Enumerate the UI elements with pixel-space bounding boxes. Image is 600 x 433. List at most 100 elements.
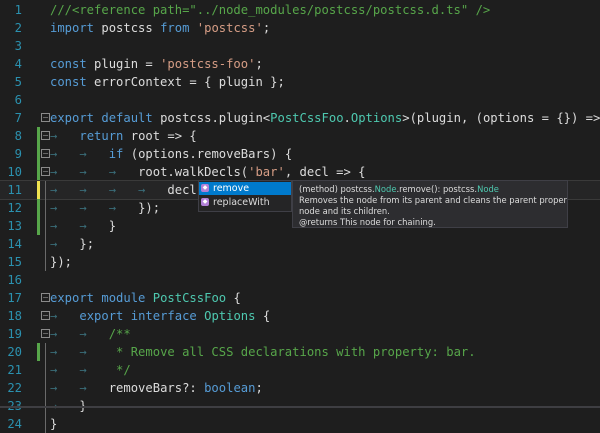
change-marker bbox=[37, 145, 40, 163]
completion-list[interactable]: ◆ remove ◆ replaceWith bbox=[198, 180, 292, 212]
fold-guide bbox=[45, 235, 46, 253]
fold-guide bbox=[45, 415, 46, 433]
line-number: 14 bbox=[7, 237, 22, 251]
code-token: → → bbox=[50, 381, 109, 395]
code-token: { bbox=[226, 291, 241, 305]
code-line[interactable]: 8 − → return root => { bbox=[0, 127, 600, 145]
signature-return: Node bbox=[477, 184, 499, 194]
collapse-toggle-icon[interactable]: − bbox=[41, 311, 50, 320]
line-number: 11 bbox=[7, 183, 22, 197]
collapse-toggle-icon[interactable]: − bbox=[41, 329, 50, 338]
line-number: 15 bbox=[7, 255, 22, 269]
fold-guide bbox=[45, 343, 46, 361]
code-line[interactable]: 15}); bbox=[0, 253, 600, 271]
code-line[interactable]: 20 → → * Remove all CSS declarations with… bbox=[0, 343, 600, 361]
code-token: PostCssFoo bbox=[152, 291, 227, 305]
code-line[interactable]: 4 const plugin = 'postcss-foo'; bbox=[0, 55, 600, 73]
code-text: → return root => { bbox=[50, 127, 197, 145]
code-token: root => { bbox=[123, 129, 197, 143]
fold-guide bbox=[45, 253, 46, 271]
code-line[interactable]: 22 → → removeBars?: boolean; bbox=[0, 379, 600, 397]
code-token: export bbox=[50, 111, 95, 125]
line-number: 1 bbox=[14, 3, 22, 17]
code-token: module bbox=[101, 291, 146, 305]
code-token: return bbox=[79, 129, 124, 143]
code-line[interactable]: 14 → }; bbox=[0, 235, 600, 253]
line-number: 16 bbox=[7, 273, 22, 287]
code-token: /** bbox=[108, 327, 131, 341]
code-token: 'bar' bbox=[248, 165, 285, 179]
code-line[interactable]: 6 bbox=[0, 91, 600, 109]
code-text: ///<reference path="../node_modules/post… bbox=[50, 1, 490, 19]
code-token: }); bbox=[50, 255, 73, 269]
line-number: 12 bbox=[7, 201, 22, 215]
method-icon: ◆ bbox=[201, 198, 209, 206]
tooltip-signature: (method) postcss.Node.remove(): postcss.… bbox=[299, 184, 567, 195]
fold-guide bbox=[45, 217, 46, 235]
collapse-toggle-icon[interactable]: − bbox=[41, 167, 50, 176]
code-line[interactable]: 10 − → → → root.walkDecls('bar', decl => { bbox=[0, 163, 600, 181]
code-line[interactable]: 5 const errorContext = { plugin }; bbox=[0, 73, 600, 91]
code-line[interactable]: 1 ///<reference path="../node_modules/pos… bbox=[0, 1, 600, 19]
code-line[interactable]: 3 bbox=[0, 37, 600, 55]
completion-item-replacewith[interactable]: ◆ replaceWith bbox=[199, 196, 291, 209]
collapse-toggle-icon[interactable]: − bbox=[41, 293, 50, 302]
change-marker bbox=[37, 163, 40, 181]
code-token: from bbox=[160, 21, 190, 35]
line-number: 18 bbox=[7, 309, 22, 323]
collapse-toggle-icon[interactable]: − bbox=[41, 131, 50, 140]
code-line[interactable]: 2 import postcss from 'postcss'; bbox=[0, 19, 600, 37]
signature-prefix: (method) postcss. bbox=[299, 184, 375, 194]
code-line[interactable]: 16 bbox=[0, 271, 600, 289]
line-number: 21 bbox=[7, 363, 22, 377]
code-token: { bbox=[255, 309, 271, 323]
code-line[interactable]: 24} bbox=[0, 415, 600, 433]
code-token: export bbox=[79, 309, 124, 323]
line-number: 8 bbox=[14, 129, 22, 143]
code-text: → → * Remove all CSS declarations with p… bbox=[50, 343, 476, 361]
fold-guide bbox=[45, 361, 46, 379]
code-token: → → bbox=[50, 147, 109, 161]
code-text: → }; bbox=[50, 235, 94, 253]
signature-mid: .remove(): postcss. bbox=[396, 184, 478, 194]
signature-type: Node bbox=[374, 184, 397, 194]
code-token: , decl => { bbox=[284, 165, 366, 179]
line-number: 9 bbox=[14, 147, 22, 161]
code-token: ; bbox=[255, 381, 263, 395]
line-number: 5 bbox=[14, 75, 22, 89]
code-text: const plugin = 'postcss-foo'; bbox=[50, 55, 263, 73]
fold-guide bbox=[45, 199, 46, 217]
code-token: interface bbox=[130, 309, 197, 323]
code-line[interactable]: 19 − → → /** bbox=[0, 325, 600, 343]
code-token: }; bbox=[79, 237, 95, 251]
code-token: (options.removeBars) { bbox=[123, 147, 293, 161]
change-marker bbox=[37, 127, 40, 145]
code-token: >(plugin, (options = {}) => { bbox=[402, 111, 600, 125]
code-token: ///<reference path="../node_modules/post… bbox=[50, 3, 491, 17]
code-token: postcss bbox=[94, 21, 161, 35]
code-token: 'postcss' bbox=[196, 21, 263, 35]
code-token: PostCssFoo bbox=[270, 111, 344, 125]
code-text: } bbox=[50, 415, 57, 433]
method-icon: ◆ bbox=[201, 184, 209, 192]
code-line[interactable]: 9 − → → if (options.removeBars) { bbox=[0, 145, 600, 163]
code-line[interactable]: 7 − export default postcss.plugin<PostCssF… bbox=[0, 109, 600, 127]
code-text: const errorContext = { plugin }; bbox=[50, 73, 285, 91]
code-token: ; bbox=[262, 21, 271, 35]
collapse-toggle-icon[interactable]: − bbox=[41, 113, 50, 122]
code-token: if bbox=[108, 147, 124, 161]
code-line[interactable]: 17 − export module PostCssFoo { bbox=[0, 289, 600, 307]
code-line[interactable]: 21 → → */ bbox=[0, 361, 600, 379]
line-number: 10 bbox=[7, 165, 22, 179]
line-number: 24 bbox=[7, 417, 22, 431]
code-line[interactable]: 18 − → export interface Options { bbox=[0, 307, 600, 325]
completion-item-remove[interactable]: ◆ remove bbox=[199, 182, 291, 195]
change-marker bbox=[37, 217, 40, 235]
tooltip-description-2: node and its children. bbox=[299, 206, 390, 216]
code-token: ; bbox=[255, 57, 263, 71]
code-token: import bbox=[50, 21, 95, 35]
code-token: default bbox=[101, 111, 153, 125]
collapse-toggle-icon[interactable]: − bbox=[41, 149, 50, 158]
